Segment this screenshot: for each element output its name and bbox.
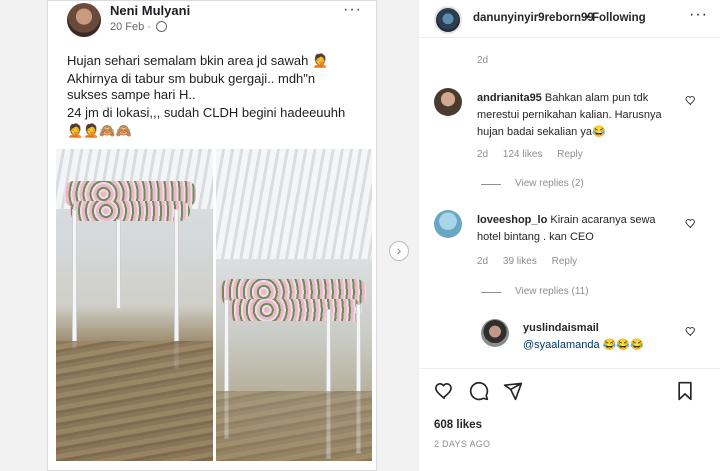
mention-link[interactable]: @syaalamanda: [523, 339, 600, 351]
share-icon[interactable]: [503, 381, 523, 406]
comment-like-icon[interactable]: [685, 95, 696, 108]
comment-likes[interactable]: 124 likes: [503, 149, 542, 160]
more-icon: ···: [343, 1, 362, 18]
fb-text-line: Akhirnya di tabur sm bubuk gergaji.. mdh…: [67, 71, 316, 86]
next-image-button[interactable]: ›: [389, 241, 409, 261]
following-button[interactable]: Following: [592, 12, 646, 24]
fb-photo-left: [56, 149, 213, 461]
author-avatar[interactable]: [434, 6, 462, 34]
fb-photo-right: [216, 149, 372, 461]
comment-time: 2d: [477, 149, 489, 160]
commenter-username[interactable]: loveeshop_lo: [477, 214, 547, 226]
reply-button[interactable]: Reply: [552, 256, 578, 267]
comment-like-icon[interactable]: [685, 218, 696, 231]
commenter-avatar[interactable]: [434, 210, 462, 238]
bookmark-icon[interactable]: [676, 381, 694, 406]
comment-icon[interactable]: [469, 381, 489, 406]
view-replies-button[interactable]: View replies (2): [515, 178, 584, 189]
commenter-username[interactable]: andrianita95: [477, 92, 542, 104]
comment-like-icon[interactable]: [685, 326, 696, 339]
post-header: danunyinyir9reborn99 • Following ···: [419, 0, 720, 38]
likes-count[interactable]: 608 likes: [434, 419, 482, 431]
comment-time: 2d: [477, 256, 489, 267]
view-replies-line: [481, 292, 501, 293]
fb-text-line: sukses sampe hari H..: [67, 87, 196, 102]
fb-text-line: Hujan sehari semalam bkin area jd sawah …: [67, 53, 329, 68]
comment-text: 😂😂😂: [602, 339, 644, 351]
post-actions: 608 likes 2 DAYS AGO: [419, 368, 720, 471]
view-replies-line: [481, 184, 501, 185]
post-timestamp: 2 DAYS AGO: [434, 439, 491, 449]
fb-author-avatar: [67, 3, 101, 37]
post-media[interactable]: Neni Mulyani 20 Feb · ··· Hujan sehari s…: [0, 0, 418, 471]
commenter-avatar[interactable]: [434, 88, 462, 116]
fb-post-date: 20 Feb ·: [110, 21, 151, 33]
fb-author-name: Neni Mulyani: [110, 3, 191, 18]
fb-text-line: 24 jm di lokasi,,, sudah CLDH begini had…: [67, 105, 346, 120]
heart-icon[interactable]: [434, 381, 454, 404]
commenter-avatar[interactable]: [481, 319, 509, 347]
globe-icon: [156, 21, 167, 32]
separator-dot: •: [585, 10, 590, 24]
post-side-panel: danunyinyir9reborn99 • Following ··· 2d …: [418, 0, 720, 471]
caption-time: 2d: [477, 55, 489, 66]
commenter-username[interactable]: yuslindaismail: [523, 320, 683, 337]
reply-button[interactable]: Reply: [557, 149, 583, 160]
fb-text-line: 🤦🤦🙈🙈: [67, 123, 132, 138]
facebook-screenshot: Neni Mulyani 20 Feb · ··· Hujan sehari s…: [47, 0, 377, 471]
view-replies-button[interactable]: View replies (11): [515, 286, 589, 297]
more-options-icon[interactable]: ···: [689, 6, 708, 24]
author-username[interactable]: danunyinyir9reborn99: [473, 12, 594, 24]
comment-likes[interactable]: 39 likes: [503, 256, 537, 267]
